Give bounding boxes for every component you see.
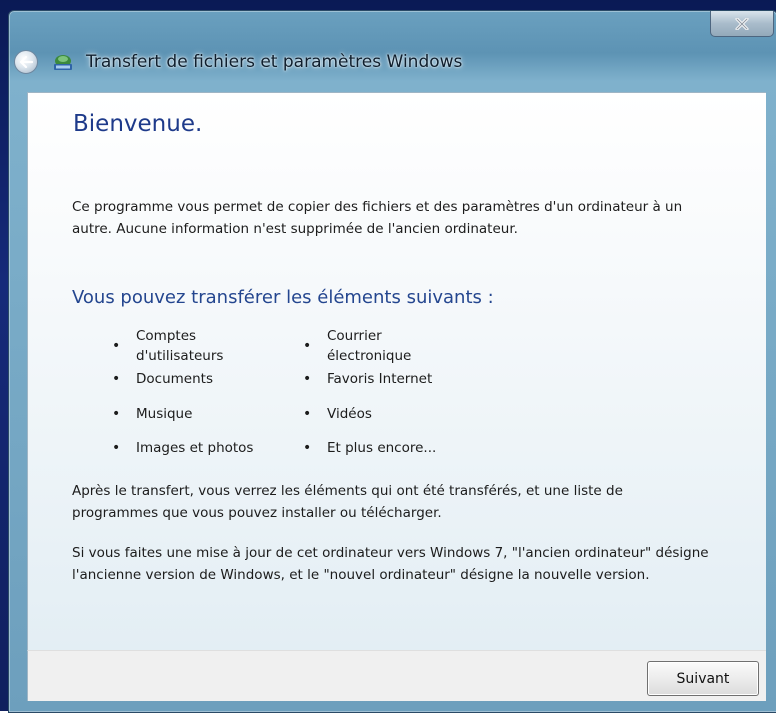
list-item: • Vidéos (303, 406, 372, 422)
list-item: • Comptes d'utilisateurs (112, 328, 224, 364)
bullet-icon: • (303, 371, 312, 387)
bullet-icon: • (112, 440, 121, 456)
list-item: • Musique (112, 406, 193, 422)
section-heading: Vous pouvez transférer les éléments suiv… (72, 287, 494, 308)
bullet-icon: • (112, 338, 121, 354)
back-arrow-icon (19, 56, 33, 68)
close-icon (735, 17, 749, 30)
close-button[interactable] (710, 11, 774, 37)
list-item: • Documents (112, 371, 213, 387)
window-title: Transfert de fichiers et paramètres Wind… (86, 52, 463, 72)
bullet-icon: • (303, 338, 312, 354)
intro-text: Ce programme vous permet de copier des f… (72, 199, 683, 237)
bullet-icon: • (303, 406, 312, 422)
bullet-icon: • (303, 440, 312, 456)
bullet-icon: • (112, 406, 121, 422)
transfer-wizard-icon (54, 55, 72, 70)
bullet-icon: • (112, 371, 121, 387)
page-title: Bienvenue. (73, 111, 203, 137)
title-bar: Transfert de fichiers et paramètres Wind… (14, 48, 462, 76)
list-item: • Favoris Internet (303, 371, 433, 387)
upgrade-note-text: Si vous faites une mise à jour de cet or… (72, 545, 709, 583)
list-item: • Et plus encore... (303, 440, 437, 456)
next-button[interactable]: Suivant (647, 661, 759, 696)
after-transfer-text: Après le transfert, vous verrez les élém… (72, 483, 623, 521)
list-item: • Images et photos (112, 440, 254, 456)
list-item: • Courrier électronique (303, 328, 412, 364)
back-button[interactable] (14, 50, 38, 74)
